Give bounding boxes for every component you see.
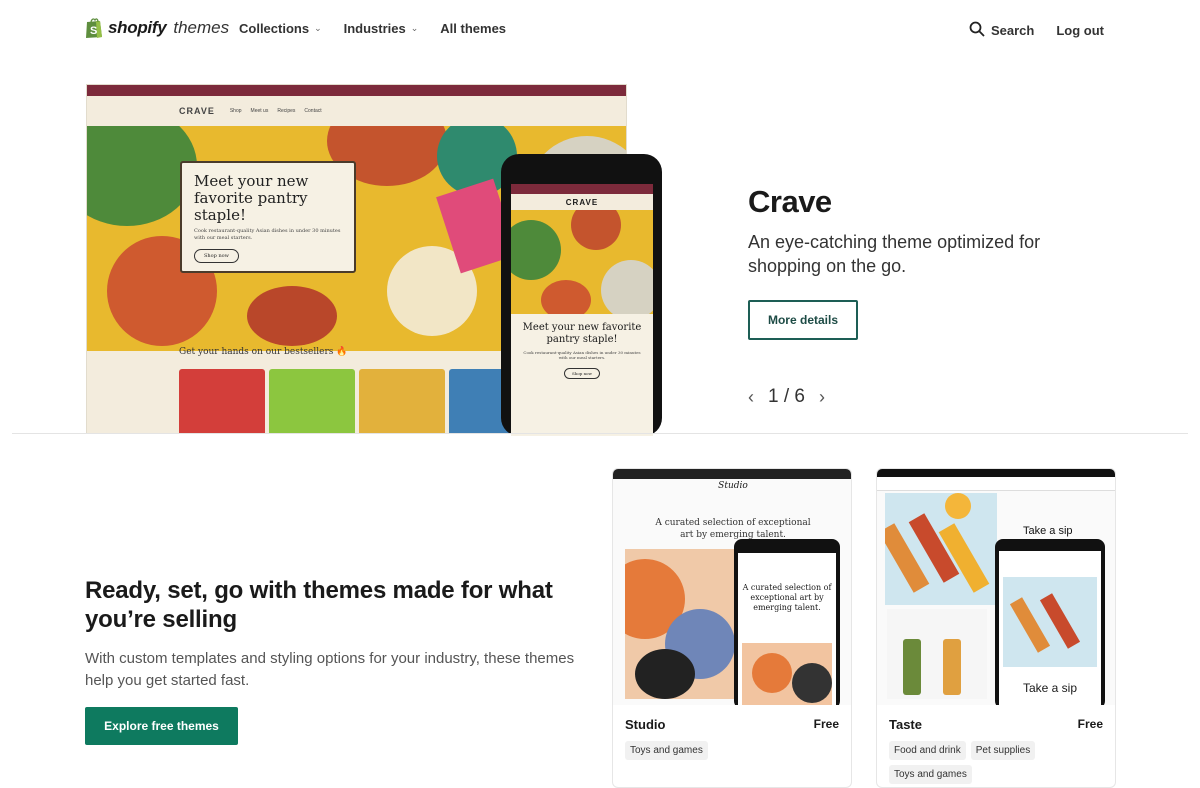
preview-nav-item: Recipes: [277, 108, 296, 114]
preview-card-text: Cook restaurant-quality Asian dishes in …: [194, 228, 341, 241]
crave-mobile-preview[interactable]: CRAVE Meet your new favorite pantry stap…: [501, 154, 662, 436]
phone-food-image: [511, 210, 653, 314]
hero-theme-title: Crave: [748, 184, 832, 219]
preview-product-tile: [359, 369, 445, 433]
studio-phone: A curated selection of exceptional art b…: [734, 539, 840, 705]
theme-price: Free: [1077, 717, 1103, 731]
studio-logo: Studio: [718, 481, 748, 491]
chevron-down-icon: ⌄: [314, 23, 322, 33]
taste-nav: [877, 477, 1115, 491]
studio-promo-bar: [613, 469, 851, 479]
preview-product-tile: [269, 369, 355, 433]
nav-collections-label: Collections: [239, 21, 310, 36]
nav-all-themes-label: All themes: [440, 21, 507, 36]
taste-phone-heading: Take a sip: [1022, 681, 1078, 695]
taste-promo-bar: [877, 469, 1115, 477]
logo-shopify-text: shopify: [108, 18, 167, 37]
theme-card-taste[interactable]: Take a sip Take a sip Taste Free Food an…: [876, 468, 1116, 788]
more-details-button[interactable]: More details: [748, 300, 858, 340]
theme-card-studio[interactable]: Studio A curated selection of exceptiona…: [612, 468, 852, 788]
theme-price: Free: [813, 717, 839, 731]
theme-tag[interactable]: Toys and games: [889, 765, 972, 784]
preview-nav: CRAVE Shop Meet us Recipes Contact: [87, 96, 626, 126]
hero-theme-description: An eye-catching theme optimized for shop…: [748, 232, 1041, 276]
pager-count: 1 / 6: [768, 386, 805, 407]
chevron-left-icon[interactable]: ‹: [748, 387, 754, 408]
preview-hero-card: Meet your new favorite pantry staple! Co…: [180, 161, 356, 273]
explore-free-themes-button[interactable]: Explore free themes: [85, 707, 238, 745]
phone-screen: CRAVE Meet your new favorite pantry stap…: [511, 184, 653, 436]
phone-promo-bar: [511, 184, 653, 194]
nav-industries[interactable]: Industries ⌄: [344, 21, 419, 36]
preview-nav-item: Meet us: [250, 108, 269, 114]
svg-text:S: S: [90, 25, 97, 37]
preview-shop-button: Shop now: [194, 249, 239, 263]
site-header: S shopify themes Collections ⌄ Industries…: [0, 0, 1200, 62]
nav-all-themes[interactable]: All themes: [440, 21, 506, 36]
phone-logo: CRAVE: [565, 197, 599, 207]
chevron-right-icon[interactable]: ›: [819, 387, 825, 408]
preview-logo: CRAVE: [179, 106, 215, 116]
taste-bottles-image: [885, 493, 997, 605]
studio-tagline: A curated selection of exceptional art b…: [655, 518, 811, 540]
theme-tag[interactable]: Toys and games: [625, 741, 708, 760]
taste-bestsellers: [887, 609, 987, 699]
industry-description: With custom templates and styling option…: [85, 650, 575, 689]
preview-product-tile: [179, 369, 265, 433]
section-divider: [12, 433, 1188, 434]
theme-tags: Toys and games: [625, 741, 825, 760]
phone-card-title: Meet your new favorite pantry staple!: [522, 322, 642, 345]
main-nav: Collections ⌄ Industries ⌄ All themes: [239, 21, 506, 36]
header-actions: Search Log out: [969, 21, 1104, 40]
phone-hero-card: Meet your new favorite pantry staple! Co…: [511, 314, 653, 436]
nav-collections[interactable]: Collections ⌄: [239, 21, 322, 36]
nav-industries-label: Industries: [343, 21, 406, 36]
theme-name: Taste: [889, 717, 922, 732]
theme-name: Studio: [625, 717, 666, 732]
phone-card-text: Cook restaurant-quality Asian dishes in …: [523, 350, 641, 360]
shopify-themes-logo[interactable]: S shopify themes: [85, 17, 229, 39]
preview-promo-bar: [87, 85, 626, 96]
taste-heading: Take a sip: [1023, 525, 1073, 537]
shopify-bag-icon: S: [85, 17, 104, 39]
logout-link[interactable]: Log out: [1056, 23, 1104, 38]
search-label: Search: [990, 23, 1035, 38]
taste-preview: Take a sip Take a sip: [877, 469, 1115, 705]
theme-tag[interactable]: Food and drink: [889, 741, 966, 760]
search-button[interactable]: Search: [969, 21, 1034, 40]
logo-themes-text: themes: [173, 18, 230, 37]
studio-preview: Studio A curated selection of exceptiona…: [613, 469, 851, 705]
preview-bestsellers-heading: Get your hands on our bestsellers 🔥: [179, 347, 348, 357]
phone-shop-button: Shop now: [564, 368, 600, 379]
studio-phone-tagline: A curated selection of exceptional art b…: [742, 583, 832, 612]
preview-nav-item: Contact: [304, 108, 322, 114]
theme-tags: Food and drink Pet supplies Toys and gam…: [889, 741, 1089, 784]
theme-tag[interactable]: Pet supplies: [970, 741, 1036, 760]
taste-phone: Take a sip: [995, 539, 1105, 705]
carousel-pager: ‹ 1 / 6 ›: [748, 386, 825, 408]
chevron-down-icon: ⌄: [410, 23, 419, 33]
preview-card-title: Meet your new favorite pantry staple!: [194, 172, 309, 224]
hero-info: Crave An eye-catching theme optimized fo…: [748, 184, 1068, 278]
search-icon: [969, 21, 985, 40]
studio-artwork: [625, 549, 735, 699]
preview-nav-item: Shop: [229, 108, 242, 114]
industry-heading: Ready, set, go with themes made for what…: [85, 577, 553, 633]
